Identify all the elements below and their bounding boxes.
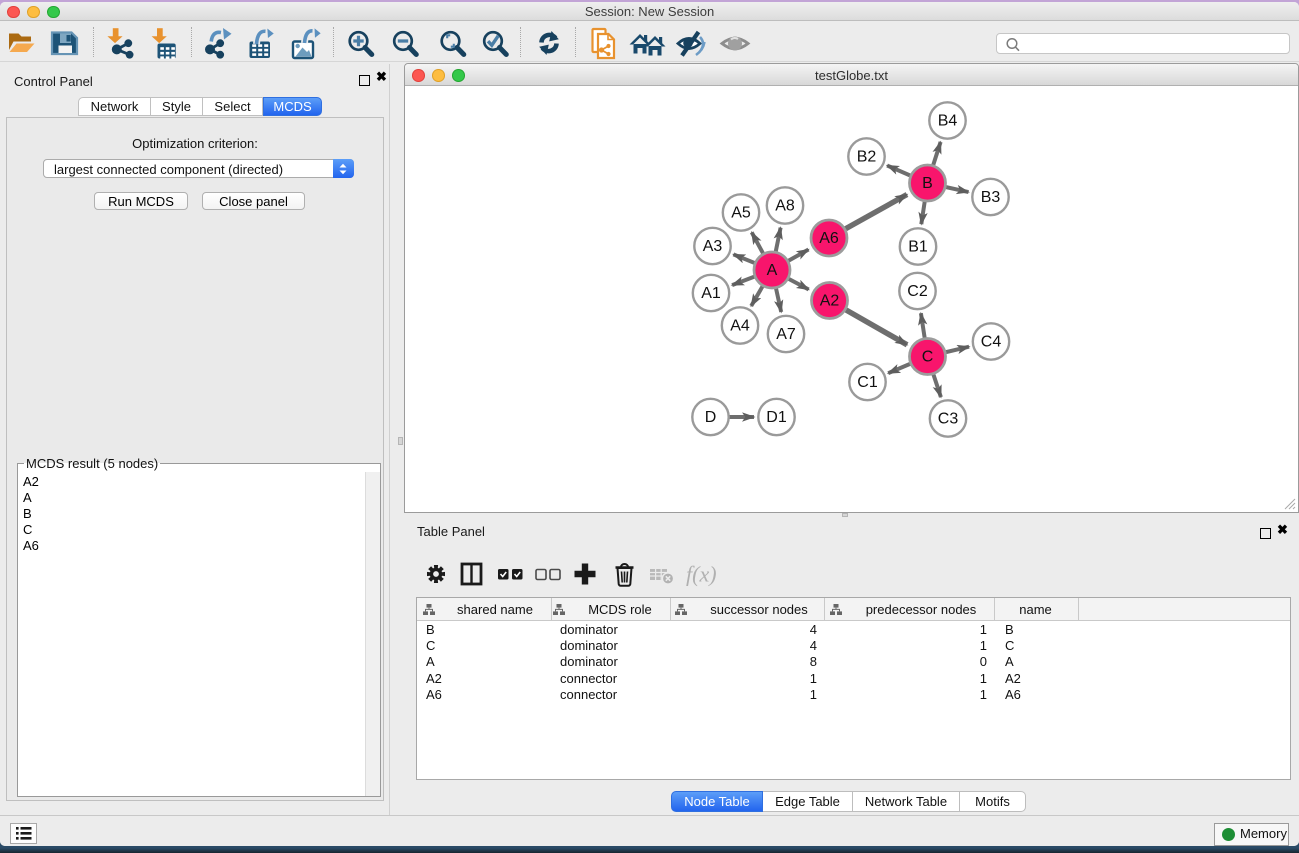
svg-text:A7: A7 [776, 326, 796, 343]
svg-text:A8: A8 [775, 198, 795, 215]
svg-text:A2: A2 [820, 293, 840, 310]
svg-text:D: D [705, 409, 717, 426]
svg-text:C: C [922, 349, 934, 366]
svg-text:C1: C1 [857, 374, 878, 391]
svg-text:B1: B1 [908, 239, 928, 256]
svg-text:A4: A4 [730, 318, 750, 335]
svg-text:f(x): f(x) [686, 562, 717, 587]
svg-text:A6: A6 [819, 230, 839, 247]
svg-text:B2: B2 [857, 149, 877, 166]
svg-text:C3: C3 [938, 411, 959, 428]
svg-text:B: B [922, 175, 933, 192]
svg-text:C4: C4 [981, 334, 1002, 351]
svg-text:A1: A1 [701, 285, 721, 302]
svg-text:B3: B3 [981, 189, 1001, 206]
svg-text:D1: D1 [766, 409, 787, 426]
svg-text:A: A [767, 262, 778, 279]
svg-text:B4: B4 [938, 113, 958, 130]
svg-text:C2: C2 [907, 283, 928, 300]
svg-text:A5: A5 [731, 205, 751, 222]
svg-text:A3: A3 [703, 238, 723, 255]
